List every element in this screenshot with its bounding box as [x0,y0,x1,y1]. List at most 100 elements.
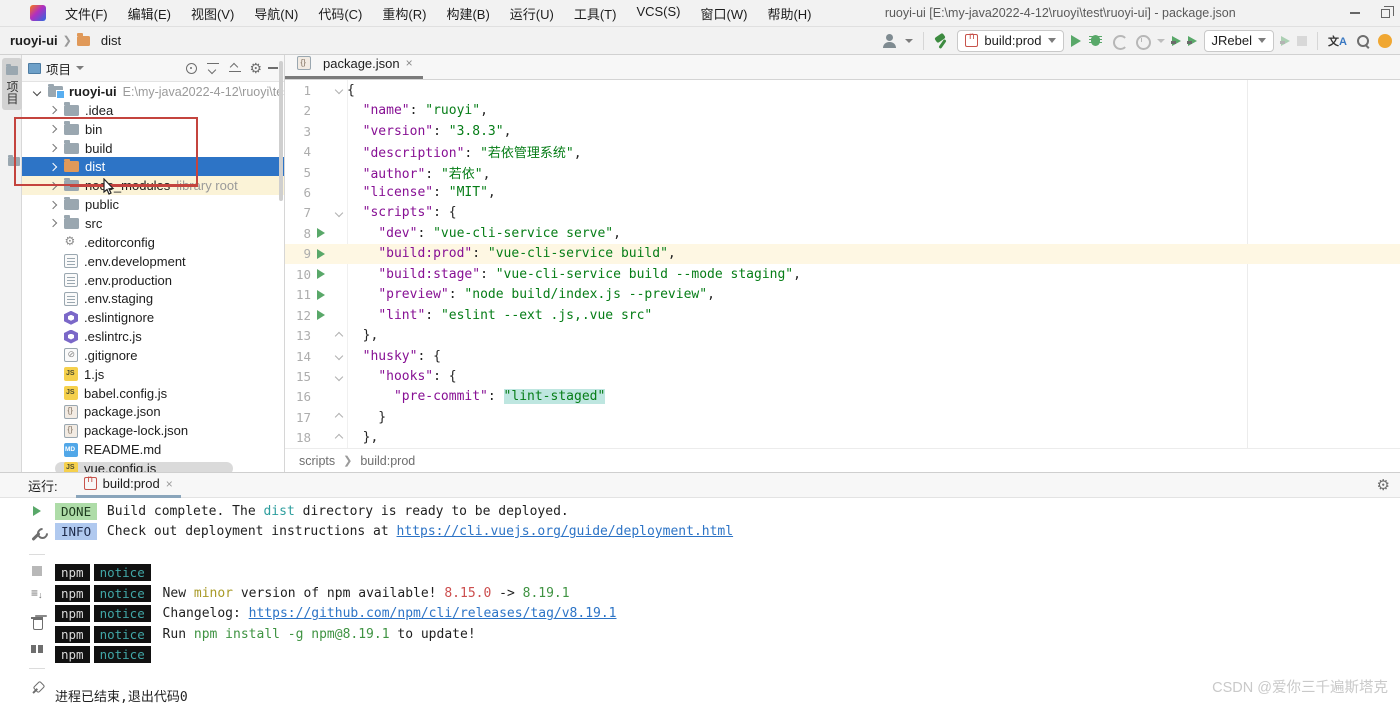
tree-item-bin[interactable]: bin [22,120,284,139]
select-opened-file-icon[interactable] [183,60,199,76]
debug-button[interactable] [1088,33,1104,49]
fold-marker-icon[interactable] [331,331,347,340]
run-settings-gear-icon[interactable]: ⚙ [1377,476,1390,494]
code-line-1[interactable]: 1{ [285,80,1400,100]
menu-item[interactable]: 重构(R) [373,1,435,26]
run-config-select[interactable]: build:prod [957,29,1064,52]
menu-item[interactable]: 工具(T) [565,1,626,26]
hide-panel-icon[interactable] [268,67,278,69]
settings-gear-icon[interactable]: ⚙ [249,60,262,76]
expand-all-icon[interactable] [205,60,221,76]
tree-item-dist[interactable]: dist [22,157,284,177]
run-triangle-icon[interactable] [317,310,325,321]
build-hammer-icon[interactable] [934,33,950,49]
menu-item[interactable]: 编辑(E) [119,1,180,26]
jrebel-run-icon[interactable] [1170,35,1181,46]
tree-item-build[interactable]: build [22,139,284,158]
code-line-12[interactable]: 12 "lint": "eslint --ext .js,.vue src" [285,305,1400,325]
tree-item-public[interactable]: public [22,195,284,214]
tree-scrollbar[interactable] [279,61,283,201]
chevron-right-icon[interactable] [48,162,58,172]
menu-item[interactable]: 窗口(W) [692,1,757,26]
code-line-11[interactable]: 11 "preview": "node build/index.js --pre… [285,285,1400,305]
restore-button[interactable] [1370,3,1400,23]
run-tab-build-prod[interactable]: build:prod × [75,473,181,498]
code-line-5[interactable]: 5 "author": "若依", [285,162,1400,182]
tree-item-vue-config-js[interactable]: vue.config.js [22,459,284,472]
chevron-right-icon[interactable] [48,181,58,190]
chevron-right-icon[interactable] [48,219,58,228]
code-line-14[interactable]: 14 "husky": { [285,346,1400,366]
chevron-right-icon[interactable] [48,200,58,209]
run-triangle-icon[interactable] [317,269,325,280]
tree-item-babel-config-js[interactable]: babel.config.js [22,384,284,403]
editor-breadcrumb[interactable]: scripts ❯ build:prod [285,448,1400,472]
folder-icon[interactable] [8,155,20,166]
chevron-right-icon[interactable] [48,143,58,153]
fold-marker-icon[interactable] [331,413,347,422]
tree-item--editorconfig[interactable]: .editorconfig [22,233,284,252]
fold-marker-icon[interactable] [331,208,347,218]
project-view-select[interactable]: 项目 [28,59,85,78]
rerun-button[interactable] [33,506,41,516]
breadcrumb-build-prod[interactable]: build:prod [360,454,415,468]
pin-tab-icon[interactable] [29,680,45,696]
tree-item--gitignore[interactable]: .gitignore [22,346,284,365]
collapse-all-icon[interactable] [227,60,243,76]
breadcrumb-scripts[interactable]: scripts [299,454,335,468]
tree-item--env-staging[interactable]: .env.staging [22,289,284,308]
run-script-gutter-icon[interactable] [311,228,331,239]
run-settings-icon[interactable] [29,527,45,543]
run-triangle-icon[interactable] [317,289,325,300]
tree-item--eslintignore[interactable]: .eslintignore [22,308,284,327]
translate-icon[interactable]: 文A [1328,33,1348,49]
console-output[interactable]: DONE Build complete. The dist directory … [55,501,1400,703]
tree-item-readme-md[interactable]: README.md [22,440,284,459]
menu-item[interactable]: 帮助(H) [758,1,820,26]
tab-package-json[interactable]: package.json × [285,54,423,79]
coverage-button[interactable] [1111,33,1128,50]
menu-item[interactable]: 文件(F) [56,1,117,26]
run-script-gutter-icon[interactable] [311,269,331,280]
chevron-down-icon[interactable] [32,87,42,96]
fold-marker-icon[interactable] [331,85,347,95]
profiler-button[interactable] [1134,33,1151,50]
run-script-gutter-icon[interactable] [311,310,331,321]
console-link[interactable]: https://github.com/npm/cli/releases/tag/… [249,606,617,621]
tree-item--env-development[interactable]: .env.development [22,252,284,271]
tree-item-node-modules[interactable]: node_modules library root [22,176,284,196]
minimize-button[interactable] [1340,3,1370,23]
tree-item-package-json[interactable]: package.json [22,402,284,421]
jrebel-select[interactable]: JRebel [1203,29,1274,52]
tree-item-src[interactable]: src [22,214,284,233]
user-icon[interactable] [882,33,898,49]
tree-item-package-lock-json[interactable]: package-lock.json [22,421,284,440]
jrebel-debug-icon[interactable] [1186,35,1197,46]
stripe-project-tab[interactable]: 项目 [2,58,22,111]
code-line-3[interactable]: 3 "version": "3.8.3", [285,121,1400,141]
tree-item--idea[interactable]: .idea [22,101,284,120]
tree-item--eslintrc-js[interactable]: .eslintrc.js [22,327,284,346]
code-line-9[interactable]: 9 "build:prod": "vue-cli-service build", [285,243,1400,265]
tree-item--env-production[interactable]: .env.production [22,271,284,290]
code-line-18[interactable]: 18 }, [285,428,1400,448]
code-line-10[interactable]: 10 "build:stage": "vue-cli-service build… [285,264,1400,284]
code-line-6[interactable]: 6 "license": "MIT", [285,182,1400,202]
run-script-gutter-icon[interactable] [311,289,331,300]
avatar[interactable] [1378,33,1392,48]
console-link[interactable]: https://cli.vuejs.org/guide/deployment.h… [397,524,734,539]
breadcrumb[interactable]: ruoyi-ui ❯ dist [10,33,121,48]
code-line-16[interactable]: 16 "pre-commit": "lint-staged" [285,387,1400,407]
code-line-8[interactable]: 8 "dev": "vue-cli-service serve", [285,223,1400,243]
menu-item[interactable]: 视图(V) [182,1,243,26]
menu-item[interactable]: 运行(U) [501,1,563,26]
menu-item[interactable]: 导航(N) [245,1,307,26]
code-area[interactable]: 1{2 "name": "ruoyi", 3 "version": "3.8.3"… [285,80,1400,448]
menu-item[interactable]: VCS(S) [627,1,689,26]
run-triangle-icon[interactable] [317,248,325,259]
breadcrumb-root[interactable]: ruoyi-ui [10,33,58,48]
fold-marker-icon[interactable] [331,372,347,381]
close-tab-icon[interactable]: × [406,56,413,70]
breadcrumb-current[interactable]: dist [101,33,121,48]
run-button[interactable] [1070,34,1081,47]
